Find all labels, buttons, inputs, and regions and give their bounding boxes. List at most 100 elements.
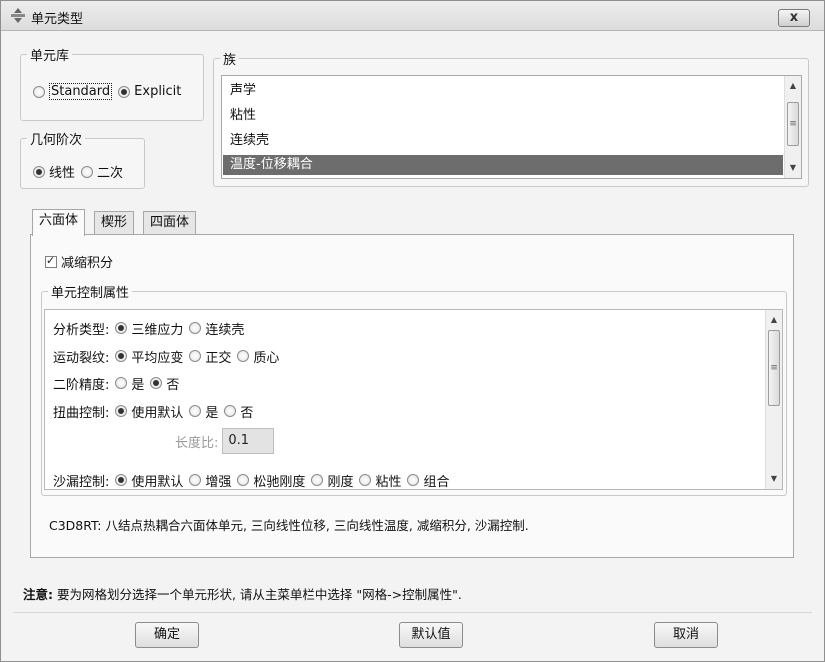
hourglass-option-0[interactable]: 使用默认 [115, 471, 183, 490]
separator [13, 612, 812, 613]
option-label: 平均应变 [131, 350, 184, 366]
radio[interactable] [115, 322, 128, 334]
option-label: 连续壳 [205, 322, 245, 338]
radio[interactable] [115, 474, 128, 486]
family-item[interactable]: 连续壳 [230, 131, 269, 151]
order-option-linear[interactable]: 线性 [33, 162, 75, 181]
radio[interactable] [224, 405, 237, 417]
length-ratio-row: 长度比: 0.1 [175, 427, 275, 455]
radio[interactable] [150, 377, 163, 389]
note-prefix: 注意: [23, 587, 53, 602]
scroll-up-icon[interactable]: ▲ [785, 78, 801, 94]
reduced-integration-checkbox[interactable] [45, 254, 57, 268]
option-label: 增强 [205, 474, 232, 490]
hourglass-option-1[interactable]: 增强 [189, 471, 231, 490]
option-label: 三维应力 [131, 322, 184, 338]
option-label: 刚度 [327, 474, 354, 490]
radio[interactable] [115, 405, 128, 417]
hourglass-option-4[interactable]: 粘性 [359, 471, 401, 490]
radio[interactable] [359, 474, 372, 486]
hourglass-option-2[interactable]: 松驰刚度 [237, 471, 305, 490]
radio[interactable] [189, 405, 202, 417]
analysis-type-label: 分析类型: [53, 322, 110, 338]
option-label: 正交 [205, 350, 232, 366]
second-order-accuracy-label: 二阶精度: [53, 377, 110, 393]
hourglass-option-3[interactable]: 刚度 [311, 471, 353, 490]
length-ratio-input[interactable]: 0.1 [222, 428, 275, 454]
analysis-type-option-1[interactable]: 连续壳 [189, 319, 244, 338]
ok-button[interactable]: 确定 [135, 622, 199, 648]
note-body: 要为网格划分选择一个单元形状, 请从主菜单栏中选择 "网格->控制属性". [53, 587, 462, 602]
scroll-up-icon[interactable]: ▲ [766, 312, 782, 328]
geometric-order-legend: 几何阶次 [30, 133, 83, 148]
radio[interactable] [407, 474, 420, 486]
control-row-hourglass-control: 沙漏控制: 使用默认 增强 松驰刚度 刚度 粘性 组合 [53, 470, 455, 490]
radio-standard[interactable] [33, 85, 45, 98]
radio[interactable] [189, 474, 202, 486]
option-label: 是 [131, 377, 145, 393]
defaults-button[interactable]: 默认值 [399, 622, 463, 648]
option-label: 使用默认 [131, 474, 184, 490]
library-option-standard[interactable]: Standard [33, 83, 113, 100]
library-option-explicit[interactable]: Explicit [118, 84, 181, 99]
control-row-distortion-control: 扭曲控制: 使用默认 是 否 [53, 401, 259, 421]
element-controls-panel: 分析类型: 三维应力 连续壳 运动裂纹: 平均应变 正交 质心 二阶精度: 是 … [44, 309, 783, 490]
standard-label: Standard [49, 83, 113, 100]
radio[interactable] [115, 377, 128, 389]
cancel-button[interactable]: 取消 [654, 622, 718, 648]
family-listbox[interactable]: 声学 粘性 连续壳 温度-位移耦合 ▲ ≡ ▼ [221, 75, 802, 179]
option-label: 粘性 [375, 474, 402, 490]
quadratic-label: 二次 [97, 166, 124, 181]
length-ratio-label: 长度比: [175, 435, 219, 451]
second-order-option-0[interactable]: 是 [115, 374, 144, 393]
distortion-option-2[interactable]: 否 [224, 402, 253, 421]
analysis-type-option-0[interactable]: 三维应力 [115, 319, 183, 338]
element-description: C3D8RT: 八结点热耦合六面体单元, 三向线性位移, 三向线性温度, 减缩积… [49, 518, 529, 533]
kinematic-split-option-1[interactable]: 正交 [189, 347, 231, 366]
second-order-option-1[interactable]: 否 [150, 374, 179, 393]
radio[interactable] [189, 322, 202, 334]
scroll-thumb[interactable]: ≡ [787, 102, 799, 146]
radio-quadratic[interactable] [81, 165, 94, 178]
family-item[interactable]: 声学 [230, 81, 256, 101]
radio-linear[interactable] [33, 165, 45, 178]
option-label: 松驰刚度 [253, 474, 306, 490]
reduced-integration-label: 减缩积分 [61, 256, 114, 271]
reduced-integration-option[interactable]: 减缩积分 [45, 252, 113, 271]
kinematic-split-label: 运动裂纹: [53, 350, 110, 366]
option-label: 是 [205, 405, 219, 421]
tab-hex[interactable]: 六面体 [32, 209, 86, 236]
kinematic-split-option-2[interactable]: 质心 [237, 347, 279, 366]
radio[interactable] [311, 474, 324, 486]
window-title: 单元类型 [31, 12, 84, 27]
scroll-down-icon[interactable]: ▼ [766, 471, 782, 487]
element-library-options: Standard Explicit [33, 83, 187, 100]
option-label: 使用默认 [131, 405, 184, 421]
kinematic-split-option-0[interactable]: 平均应变 [115, 347, 183, 366]
option-label: 质心 [253, 350, 280, 366]
control-row-kinematic-split: 运动裂纹: 平均应变 正交 质心 [53, 346, 285, 366]
family-item[interactable]: 粘性 [230, 106, 256, 126]
hourglass-option-5[interactable]: 组合 [407, 471, 449, 490]
geometric-order-options: 线性 二次 [33, 162, 129, 181]
family-item-selected[interactable]: 温度-位移耦合 [223, 155, 783, 175]
distortion-option-1[interactable]: 是 [189, 402, 218, 421]
radio-explicit[interactable] [118, 85, 131, 98]
scroll-down-icon[interactable]: ▼ [785, 160, 801, 176]
family-scrollbar[interactable]: ▲ ≡ ▼ [784, 76, 801, 178]
scroll-thumb[interactable]: ≡ [768, 330, 780, 406]
radio[interactable] [189, 350, 202, 362]
radio[interactable] [237, 474, 250, 486]
mesh-element-icon [11, 8, 25, 23]
title-bar[interactable]: 单元类型 x [1, 1, 824, 31]
tab-tet[interactable]: 四面体 [143, 211, 197, 235]
controls-scrollbar[interactable]: ▲ ≡ ▼ [765, 310, 782, 489]
close-icon: x [789, 10, 799, 25]
radio[interactable] [115, 350, 128, 362]
distortion-option-0[interactable]: 使用默认 [115, 402, 183, 421]
close-button[interactable]: x [778, 9, 810, 27]
radio[interactable] [237, 350, 250, 362]
tab-wedge[interactable]: 楔形 [94, 211, 135, 235]
order-option-quadratic[interactable]: 二次 [81, 162, 123, 181]
control-row-analysis-type: 分析类型: 三维应力 连续壳 [53, 318, 250, 338]
